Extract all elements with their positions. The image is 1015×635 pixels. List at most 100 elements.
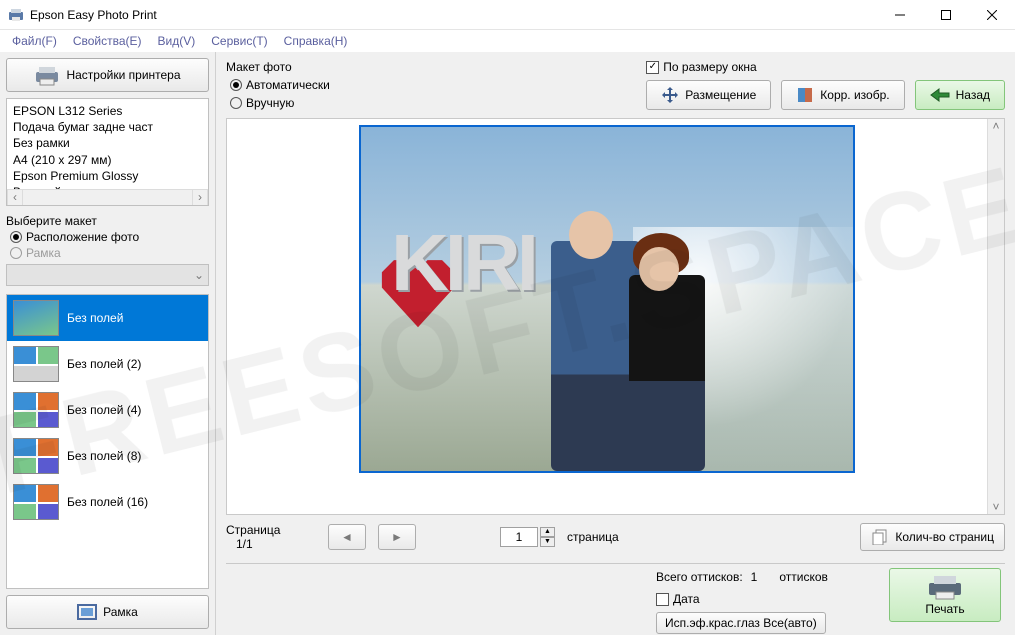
back-label: Назад bbox=[956, 88, 990, 102]
frame-icon bbox=[77, 604, 97, 620]
scroll-down-icon[interactable]: ˅ bbox=[992, 500, 999, 514]
fit-window-label: По размеру окна bbox=[663, 60, 756, 74]
page-word: страница bbox=[567, 530, 619, 544]
printer-settings-button[interactable]: Настройки принтера bbox=[6, 58, 209, 92]
layout-item[interactable]: Без полей (2) bbox=[7, 341, 208, 387]
print-label: Печать bbox=[925, 602, 964, 616]
layout-item[interactable]: Без полей bbox=[7, 295, 208, 341]
title-bar: Epson Easy Photo Print bbox=[0, 0, 1015, 30]
printer-info-panel: EPSON L312 Series Подача бумаг задне час… bbox=[6, 98, 209, 206]
menu-service[interactable]: Сервис(T) bbox=[203, 32, 275, 50]
redeye-label: Исп.эф.крас.глаз Все(авто) bbox=[665, 616, 817, 630]
radio-off-icon bbox=[10, 247, 22, 259]
maximize-button[interactable] bbox=[923, 0, 969, 29]
arrow-left-icon bbox=[930, 88, 950, 102]
layout-thumb-icon bbox=[13, 300, 59, 336]
radio-on-icon bbox=[230, 79, 242, 91]
radio-photo-layout[interactable]: Расположение фото bbox=[6, 230, 209, 244]
radio-auto-label: Автоматически bbox=[246, 78, 330, 92]
printer-info-line: Без рамки bbox=[13, 135, 202, 151]
main-panel: Макет фото Автоматически Вручную По разм… bbox=[216, 52, 1015, 635]
correction-label: Корр. изобр. bbox=[820, 88, 889, 102]
page-input[interactable] bbox=[500, 527, 538, 547]
radio-auto[interactable]: Автоматически bbox=[226, 78, 330, 92]
radio-on-icon bbox=[10, 231, 22, 243]
layout-thumb-icon bbox=[13, 438, 59, 474]
layout-item-label: Без полей (16) bbox=[67, 495, 148, 509]
photo-sign-text: KIRI bbox=[391, 217, 535, 309]
date-label: Дата bbox=[673, 592, 700, 606]
scroll-left-icon[interactable]: ‹ bbox=[7, 190, 23, 205]
layout-thumb-icon bbox=[13, 484, 59, 520]
scroll-right-icon[interactable]: › bbox=[192, 190, 208, 205]
prev-page-button[interactable]: ◄ bbox=[328, 524, 366, 550]
layout-title: Макет фото bbox=[226, 60, 330, 74]
menu-view[interactable]: Вид(V) bbox=[150, 32, 204, 50]
preview-scrollbar[interactable]: ˄ ˅ bbox=[987, 119, 1004, 514]
fit-window-checkbox[interactable]: По размеру окна bbox=[646, 60, 756, 74]
layout-list[interactable]: Без полей Без полей (2) Без полей (4) Бе… bbox=[6, 294, 209, 589]
layout-item-label: Без полей (2) bbox=[67, 357, 141, 371]
menu-help[interactable]: Справка(H) bbox=[276, 32, 356, 50]
totals-unit: оттисков bbox=[779, 570, 828, 584]
radio-photo-layout-label: Расположение фото bbox=[26, 230, 139, 244]
layout-item-label: Без полей bbox=[67, 311, 123, 325]
radio-manual[interactable]: Вручную bbox=[226, 96, 330, 110]
close-button[interactable] bbox=[969, 0, 1015, 29]
page-controls: Страница 1/1 ◄ ► ▲ ▼ страница Колич-во с… bbox=[216, 515, 1015, 559]
printer-large-icon bbox=[926, 574, 964, 600]
page-spinner[interactable]: ▲ ▼ bbox=[500, 527, 555, 547]
chevron-down-icon: ⌄ bbox=[194, 268, 204, 282]
menu-file[interactable]: Файл(F) bbox=[4, 32, 65, 50]
layout-item[interactable]: Без полей (16) bbox=[7, 479, 208, 525]
radio-frame-label: Рамка bbox=[26, 246, 61, 260]
page-label: Страница bbox=[226, 523, 316, 537]
redeye-button[interactable]: Исп.эф.крас.глаз Все(авто) bbox=[656, 612, 826, 634]
checkbox-off-icon bbox=[656, 593, 669, 606]
triangle-right-icon: ► bbox=[391, 530, 403, 544]
radio-off-icon bbox=[230, 97, 242, 109]
printer-info-line: EPSON L312 Series bbox=[13, 103, 202, 119]
page-count-label: Колич-во страниц bbox=[895, 530, 994, 544]
printer-info-line: A4 (210 x 297 мм) bbox=[13, 152, 202, 168]
back-button[interactable]: Назад bbox=[915, 80, 1005, 110]
page-count-button[interactable]: Колич-во страниц bbox=[860, 523, 1005, 551]
menu-properties[interactable]: Свойства(E) bbox=[65, 32, 150, 50]
page-of-label: 1/1 bbox=[226, 537, 316, 551]
triangle-left-icon: ◄ bbox=[341, 530, 353, 544]
layout-item[interactable]: Без полей (8) bbox=[7, 433, 208, 479]
spin-down-button[interactable]: ▼ bbox=[540, 537, 555, 547]
correction-button[interactable]: Корр. изобр. bbox=[781, 80, 904, 110]
pages-icon bbox=[871, 529, 889, 545]
scroll-up-icon[interactable]: ˄ bbox=[992, 119, 999, 133]
next-page-button[interactable]: ► bbox=[378, 524, 416, 550]
layout-item-label: Без полей (4) bbox=[67, 403, 141, 417]
layout-item[interactable]: Без полей (4) bbox=[7, 387, 208, 433]
radio-frame[interactable]: Рамка bbox=[6, 246, 209, 260]
window-title: Epson Easy Photo Print bbox=[30, 8, 877, 22]
minimize-button[interactable] bbox=[877, 0, 923, 29]
move-icon bbox=[661, 86, 679, 104]
layout-thumb-icon bbox=[13, 392, 59, 428]
photo-preview[interactable]: KIRI bbox=[359, 125, 855, 473]
printer-settings-label: Настройки принтера bbox=[66, 68, 180, 82]
print-button[interactable]: Печать bbox=[889, 568, 1001, 622]
spin-up-button[interactable]: ▲ bbox=[540, 527, 555, 537]
placement-button[interactable]: Размещение bbox=[646, 80, 771, 110]
layout-thumb-icon bbox=[13, 346, 59, 382]
printer-info-line: Подача бумаг задне част bbox=[13, 119, 202, 135]
frame-button-label: Рамка bbox=[103, 605, 138, 619]
printer-info-scrollbar[interactable]: ‹ › bbox=[7, 189, 208, 205]
select-layout-label: Выберите макет bbox=[6, 214, 209, 228]
footer: Всего оттисков: 1 оттисков Дата Исп.эф.к… bbox=[226, 563, 1005, 627]
layout-item-label: Без полей (8) bbox=[67, 449, 141, 463]
sidebar: Настройки принтера EPSON L312 Series Под… bbox=[0, 52, 216, 635]
adjust-icon bbox=[796, 86, 814, 104]
printer-icon bbox=[34, 64, 60, 86]
printer-info-line: Epson Premium Glossy bbox=[13, 168, 202, 184]
date-checkbox[interactable]: Дата bbox=[656, 592, 700, 606]
checkbox-on-icon bbox=[646, 61, 659, 74]
frame-button[interactable]: Рамка bbox=[6, 595, 209, 629]
frame-combo[interactable]: ⌄ bbox=[6, 264, 209, 286]
app-icon bbox=[8, 7, 24, 23]
